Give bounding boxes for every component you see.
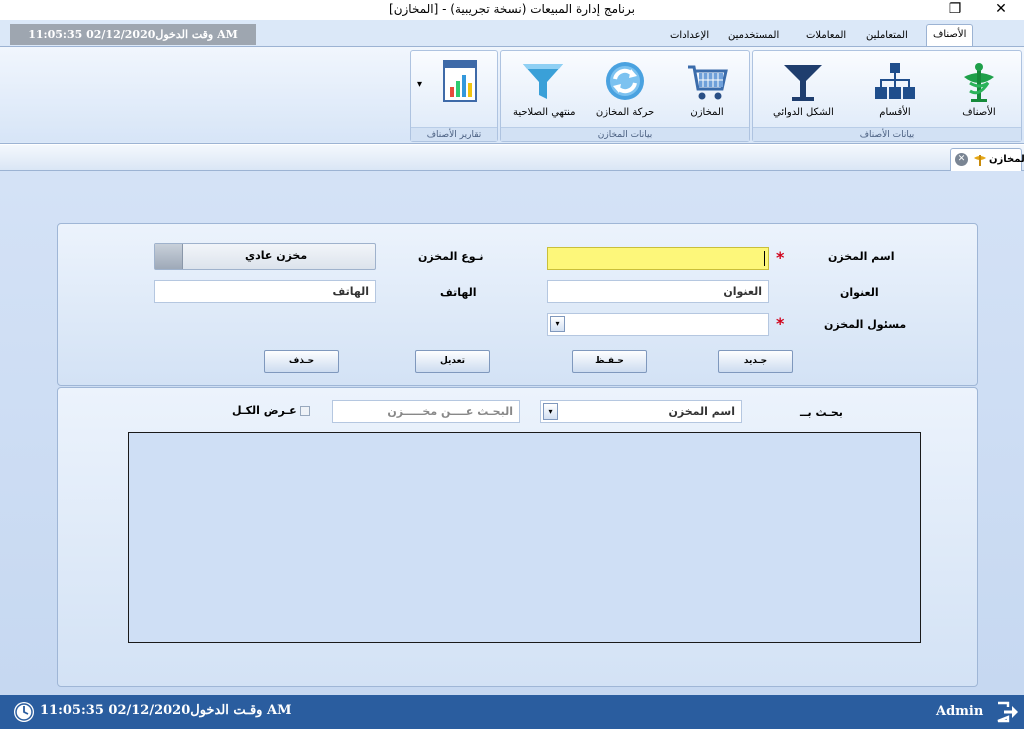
chevron-down-icon[interactable]: ▾ (550, 316, 565, 332)
cart-icon (688, 65, 728, 100)
text-cursor (764, 251, 765, 266)
show-all-checkbox[interactable] (300, 406, 310, 416)
store-form-panel: اسم المخزن * نـوع المخزن مخزن عادي العنو… (57, 223, 978, 386)
restore-button[interactable]: ❐ (932, 0, 978, 20)
window-title: برنامج إدارة المبيعات (نسخة تجريبية) - [… (389, 2, 635, 16)
search-input[interactable]: البحـث عــــن مخـــــزن (332, 400, 520, 423)
tab-settings[interactable]: الإعدادات (664, 26, 715, 46)
store-type-value: مخزن عادي (245, 249, 308, 262)
save-button[interactable]: حـفـظ (572, 350, 647, 373)
filter-icon (523, 64, 563, 99)
store-type-label: نـوع المخزن (418, 250, 484, 263)
delete-button[interactable]: حـذف (264, 350, 339, 373)
items-button[interactable]: الأصناف (949, 57, 1009, 121)
group-stores-data: المخازن حركة المخازن منتهي الصلاحية بيان… (500, 50, 750, 142)
edit-button[interactable]: تعديل (415, 350, 490, 373)
address-input[interactable]: العنوان (547, 280, 769, 303)
stores-button-label: المخازن (690, 107, 724, 118)
group-items-data-label: بيانات الأصناف (753, 127, 1021, 141)
show-all-label: عـرض الكـل (232, 404, 297, 417)
tab-items[interactable]: الأصناف (926, 24, 974, 46)
chevron-down-icon[interactable]: ▾ (417, 79, 422, 90)
store-type-toggle[interactable]: مخزن عادي (154, 243, 376, 270)
required-mark: * (776, 248, 785, 267)
refresh-icon (606, 62, 644, 100)
hierarchy-icon (875, 63, 915, 99)
store-movement-button[interactable]: حركة المخازن (595, 57, 655, 121)
status-user: Admin (936, 704, 984, 719)
expiry-button-label: منتهي الصلاحية (513, 107, 576, 118)
report-chart-icon (443, 60, 477, 102)
status-login-time: وقـت الدخول02/12/2020 11:05:35 AM (40, 703, 292, 718)
doc-tab-stores[interactable]: ✕ المخازن (950, 148, 1024, 171)
ribbon: وقت الدخول02/12/2020 11:05:35 AM الإعداد… (0, 20, 1024, 144)
chevron-down-icon[interactable]: ▾ (543, 403, 558, 420)
status-bar: وقـت الدخول02/12/2020 11:05:35 AM Admin (0, 695, 1024, 729)
manager-select[interactable] (547, 313, 769, 336)
funnel-glass-icon (784, 65, 822, 101)
search-by-select[interactable]: اسم المخزن (540, 400, 742, 423)
sections-button[interactable]: الأقسام (865, 57, 925, 121)
tab-dealers[interactable]: المتعاملين (860, 26, 914, 46)
doc-tab-label: المخازن (989, 154, 1024, 165)
group-reports-label: تقارير الأصناف (411, 127, 497, 141)
dosage-form-button[interactable]: الشكل الدوائي (773, 57, 834, 121)
store-name-label: اسم المخزن (828, 250, 895, 263)
title-bar: برنامج إدارة المبيعات (نسخة تجريبية) - [… (0, 0, 1024, 20)
logout-icon[interactable] (996, 701, 1020, 723)
store-movement-button-label: حركة المخازن (595, 107, 655, 118)
phone-input[interactable]: الهاتف (154, 280, 376, 303)
items-reports-button[interactable] (431, 57, 491, 121)
close-tab-icon[interactable]: ✕ (955, 153, 968, 166)
search-panel: بحـث بــ اسم المخزن ▾ البحـث عــــن مخــ… (57, 387, 978, 687)
items-button-label: الأصناف (962, 107, 996, 118)
stores-button[interactable]: المخازن (677, 57, 737, 121)
dosage-form-button-label: الشكل الدوائي (773, 107, 834, 118)
toggle-knob (155, 244, 183, 269)
expiry-button[interactable]: منتهي الصلاحية (513, 57, 576, 121)
address-label: العنوان (840, 286, 879, 299)
sections-button-label: الأقسام (879, 107, 911, 118)
main-content: اسم المخزن * نـوع المخزن مخزن عادي العنو… (0, 171, 1024, 695)
ribbon-body: الأصناف الأقسام الشكل الدوائي بيانات الأ… (0, 46, 1024, 142)
close-button[interactable]: ✕ (978, 0, 1024, 20)
group-reports: ▾ تقارير الأصناف (410, 50, 498, 142)
required-mark-manager: * (776, 314, 785, 333)
group-stores-data-label: بيانات المخازن (501, 127, 749, 141)
login-time-box: وقت الدخول02/12/2020 11:05:35 AM (10, 24, 256, 45)
document-tab-strip: ✕ المخازن (0, 145, 1024, 171)
manager-label: مسئول المخزن (824, 318, 907, 331)
search-by-label: بحـث بــ (800, 406, 843, 419)
group-items-data: الأصناف الأقسام الشكل الدوائي بيانات الأ… (752, 50, 1022, 142)
results-grid[interactable] (128, 432, 921, 643)
pharmacy-icon (964, 63, 994, 102)
tab-users[interactable]: المستخدمين (722, 26, 785, 46)
clock-icon (14, 702, 34, 722)
phone-label: الهاتف (440, 286, 477, 299)
new-button[interactable]: جـديد (718, 350, 793, 373)
tab-transactions[interactable]: المعاملات (800, 26, 852, 46)
store-name-input[interactable] (547, 247, 769, 270)
pharmacy-small-icon (974, 155, 986, 166)
